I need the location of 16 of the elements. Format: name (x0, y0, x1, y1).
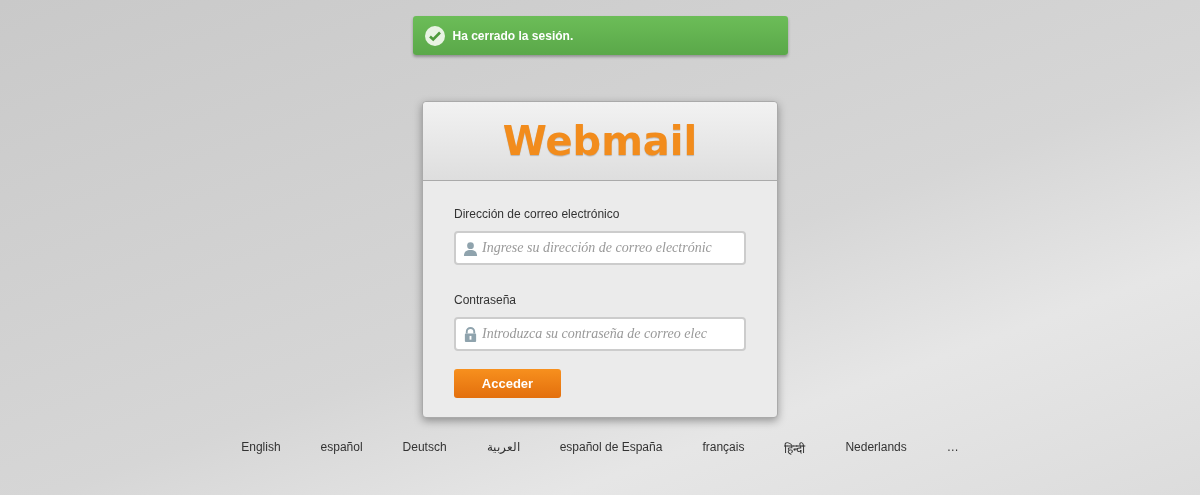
language-link[interactable]: español de España (559, 440, 663, 457)
field-label: Contraseña (454, 293, 518, 307)
language-link[interactable]: हिन्दी (784, 440, 806, 457)
language-link[interactable]: Deutsch (402, 440, 447, 457)
language-link[interactable]: Nederlands (845, 440, 907, 457)
language-link[interactable]: español (320, 440, 363, 457)
language-link[interactable]: العربية (486, 440, 520, 457)
input-field[interactable]: Ingrese su dirección de correo electrónic (454, 231, 746, 265)
logo-text: Webmail (502, 118, 698, 164)
check-icon (424, 25, 445, 46)
field-label: Dirección de correo electrónico (454, 207, 621, 221)
input-field[interactable]: Introduzca su contraseña de correo elec (454, 317, 746, 351)
language-link[interactable]: … (946, 440, 959, 457)
language-link[interactable]: français (702, 440, 745, 457)
language-link[interactable]: English (241, 440, 281, 457)
notification-message: Ha cerrado la sesión. (452, 28, 574, 43)
